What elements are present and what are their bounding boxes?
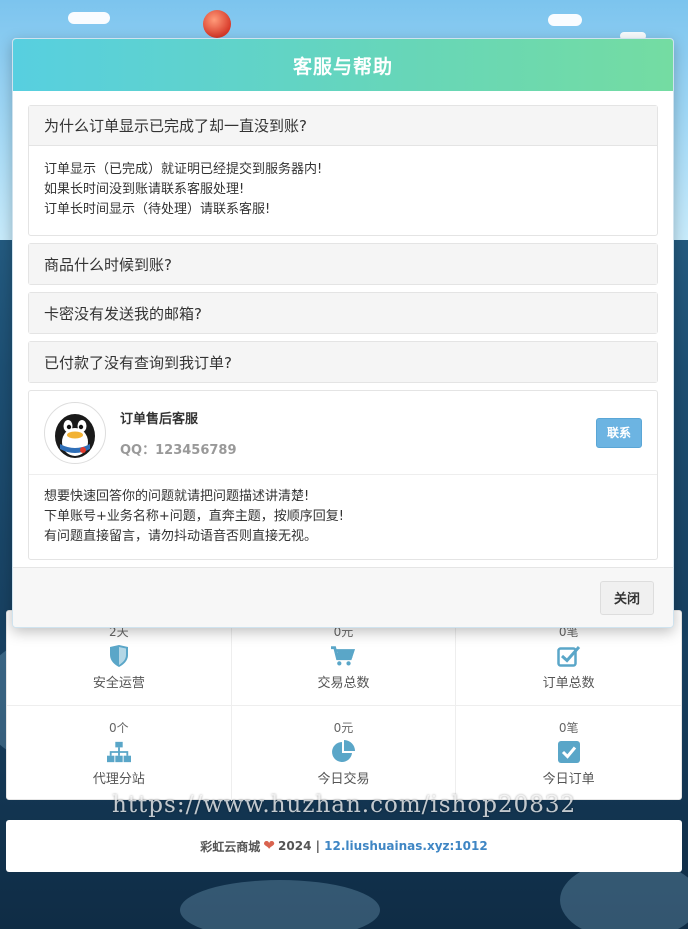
- modal-title: 客服与帮助: [292, 55, 393, 78]
- faq-answer-line: 如果长时间没到账请联系客服处理!: [44, 182, 245, 197]
- modal-body: 为什么订单显示已完成了却一直没到账? 订单显示（已完成）就证明已经提交到服务器内…: [13, 91, 673, 560]
- service-note: 想要快速回答你的问题就请把问题描述讲清楚! 下单账号+业务名称+问题，直奔主题，…: [29, 475, 657, 559]
- faq-question[interactable]: 商品什么时候到账?: [29, 244, 657, 284]
- faq-answer-line: 订单显示（已完成）就证明已经提交到服务器内!: [44, 162, 323, 177]
- faq-question[interactable]: 卡密没有发送我的邮箱?: [29, 293, 657, 333]
- service-qq: QQ：123456789: [120, 442, 237, 458]
- help-modal: 客服与帮助 为什么订单显示已完成了却一直没到账? 订单显示（已完成）就证明已经提…: [12, 38, 674, 628]
- qq-penguin-icon: [44, 401, 106, 464]
- faq-item-arrival-time: 商品什么时候到账?: [28, 243, 658, 285]
- service-note-line: 有问题直接留言，请勿抖动语音否则直接无视。: [44, 529, 318, 544]
- close-button[interactable]: 关闭: [600, 580, 654, 615]
- service-note-line: 下单账号+业务名称+问题，直奔主题，按顺序回复!: [44, 509, 344, 524]
- faq-question[interactable]: 已付款了没有查询到我订单?: [29, 342, 657, 382]
- faq-answer: 订单显示（已完成）就证明已经提交到服务器内! 如果长时间没到账请联系客服处理! …: [29, 146, 657, 235]
- contact-button[interactable]: 联系: [596, 417, 642, 448]
- service-card: 订单售后客服 QQ：123456789 联系 想要快速回答你的问题就请把问题描述…: [28, 390, 658, 560]
- service-note-line: 想要快速回答你的问题就请把问题描述讲清楚!: [44, 489, 310, 504]
- faq-item-card-email: 卡密没有发送我的邮箱?: [28, 292, 658, 334]
- modal-header: 客服与帮助: [13, 39, 673, 91]
- faq-item-order-not-found: 已付款了没有查询到我订单?: [28, 341, 658, 383]
- faq-item-order-complete: 为什么订单显示已完成了却一直没到账? 订单显示（已完成）就证明已经提交到服务器内…: [28, 105, 658, 236]
- modal-footer: 关闭: [13, 567, 673, 627]
- service-name: 订单售后客服: [120, 411, 199, 427]
- faq-answer-line: 订单长时间显示（待处理）请联系客服!: [44, 202, 271, 217]
- faq-question[interactable]: 为什么订单显示已完成了却一直没到账?: [29, 106, 657, 146]
